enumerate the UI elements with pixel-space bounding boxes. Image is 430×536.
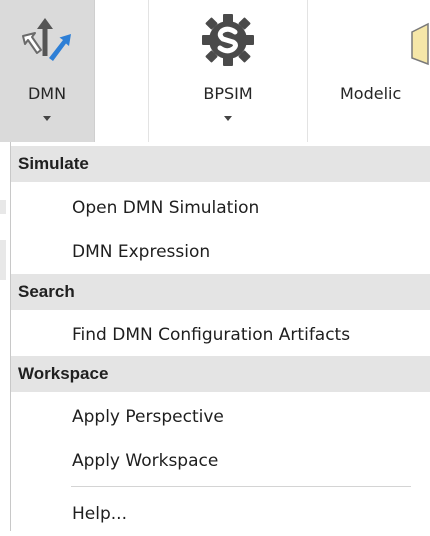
bpsim-dropdown-caret-icon — [224, 116, 232, 121]
menu-header-simulate: Simulate — [11, 146, 430, 182]
dmn-ribbon-button[interactable]: DMN — [0, 0, 95, 142]
menu-item-apply-workspace[interactable]: Apply Workspace — [11, 439, 430, 483]
dmn-arrows-icon — [22, 18, 71, 61]
dmn-dropdown-menu: Simulate Open DMN Simulation DMN Express… — [10, 142, 430, 531]
ribbon-toolbar: DMN BPSIM Modelic — [0, 0, 430, 142]
modelica-ribbon-button[interactable]: Modelic — [340, 0, 430, 142]
menu-header-workspace: Workspace — [11, 356, 430, 392]
bpsim-ribbon-label: BPSIM — [203, 84, 253, 103]
menu-item-open-dmn-simulation[interactable]: Open DMN Simulation — [11, 186, 430, 230]
modelica-doc-icon — [411, 22, 429, 66]
menu-item-help[interactable]: Help... — [11, 492, 430, 536]
menu-header-search: Search — [11, 274, 430, 310]
menu-item-find-dmn-configuration-artifacts[interactable]: Find DMN Configuration Artifacts — [11, 313, 430, 357]
menu-separator — [71, 486, 411, 487]
bpsim-gear-icon — [202, 14, 254, 66]
bpsim-ribbon-button[interactable]: BPSIM — [148, 0, 308, 142]
dmn-ribbon-label: DMN — [27, 84, 67, 103]
background-edge — [0, 200, 6, 214]
menu-item-apply-perspective[interactable]: Apply Perspective — [11, 395, 430, 439]
dmn-dropdown-caret-icon — [43, 116, 51, 121]
modelica-ribbon-label: Modelic — [340, 84, 402, 103]
background-edge — [0, 240, 6, 280]
menu-item-dmn-expression[interactable]: DMN Expression — [11, 230, 430, 274]
